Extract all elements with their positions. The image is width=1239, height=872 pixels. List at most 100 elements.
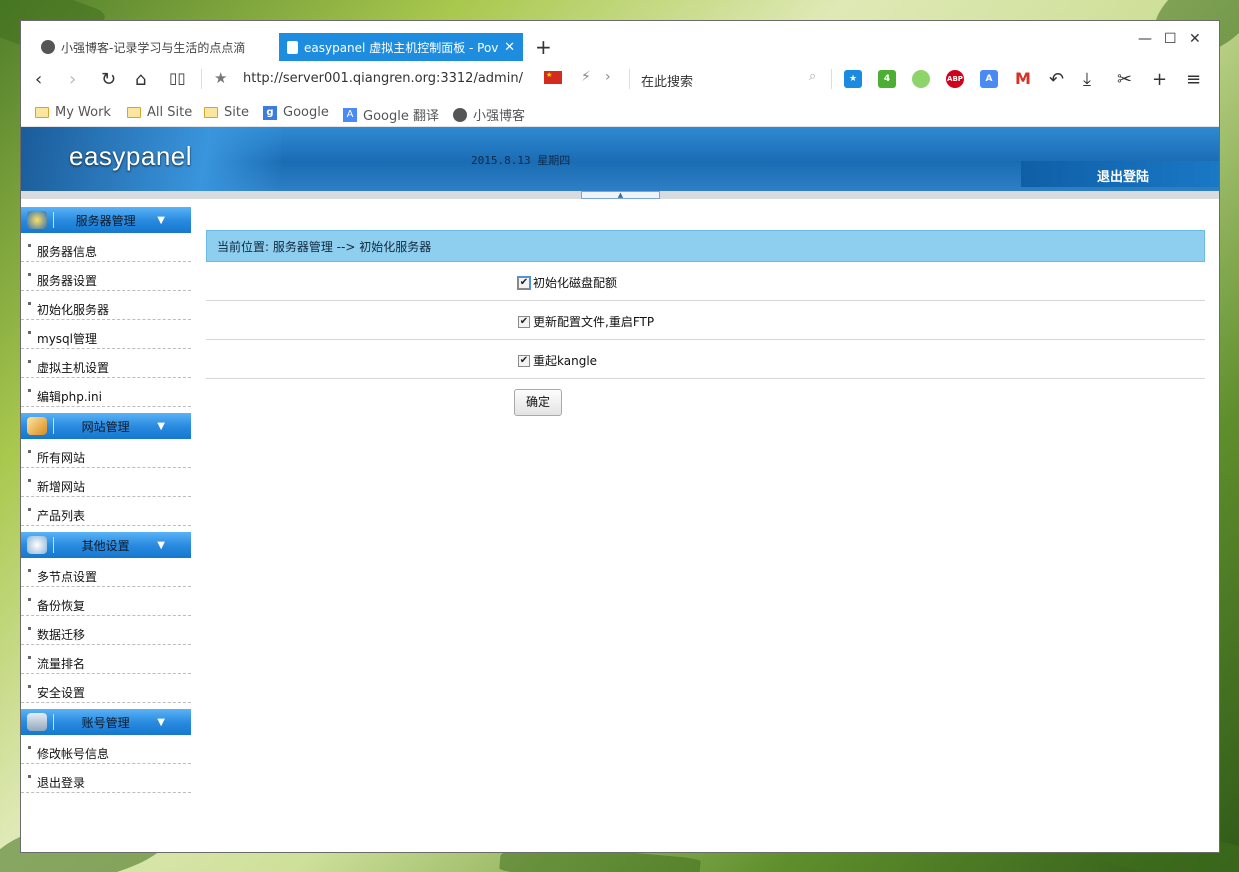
home-icon[interactable]: ⌂ [135, 69, 146, 90]
bookmark-label: My Work [55, 105, 111, 120]
sidebar-item-server-settings[interactable]: 服务器设置 [21, 262, 191, 291]
chevron-down-icon: ▼ [157, 214, 165, 226]
close-icon[interactable]: ✕ [504, 40, 515, 55]
sidebar: 服务器管理 ▼ 服务器信息 服务器设置 初始化服务器 mysql管理 虚拟主机设… [21, 207, 191, 793]
checkbox-update-ftp[interactable]: ✔ [518, 315, 530, 328]
lightning-icon[interactable]: ⚡ [581, 69, 591, 85]
sidebar-item-init-server[interactable]: 初始化服务器 [21, 291, 191, 320]
sidebar-item-backup[interactable]: 备份恢复 [21, 587, 191, 616]
new-tab-icon[interactable]: + [535, 35, 552, 59]
tools-icon [27, 536, 47, 554]
back-icon[interactable]: ‹ [35, 69, 42, 90]
sidebar-item-add-site[interactable]: 新增网站 [21, 468, 191, 497]
menu-group-other[interactable]: 其他设置 ▼ [21, 532, 191, 558]
checkbox-restart-kangle[interactable]: ✔ [518, 354, 530, 367]
sidebar-item-all-sites[interactable]: 所有网站 [21, 439, 191, 468]
chevron-down-icon: ▼ [157, 716, 165, 728]
logout-link[interactable]: 退出登陆 [1097, 166, 1149, 185]
window-close-icon[interactable]: ✕ [1189, 31, 1201, 47]
option-label: 初始化磁盘配额 [533, 276, 618, 290]
logo: easypanel [69, 141, 193, 171]
adblock-icon[interactable]: ABP [946, 70, 964, 88]
breadcrumb: 当前位置: 服务器管理 --> 初始化服务器 [206, 230, 1205, 262]
checkbox-init-quota[interactable]: ✔ [517, 275, 531, 290]
download-icon[interactable]: ⤓ [1083, 69, 1091, 90]
page-favicon-icon [287, 40, 298, 54]
nav-bar: ‹ › ↻ ⌂ ▯▯ ★ http://server001.qiangren.o… [21, 61, 1219, 97]
record-icon[interactable] [912, 70, 930, 88]
chevron-right-icon[interactable]: › [605, 69, 611, 85]
evernote-icon[interactable]: 4 [878, 70, 896, 88]
star-icon[interactable]: ★ [214, 69, 227, 87]
confirm-button[interactable]: 确定 [514, 389, 562, 416]
maximize-icon[interactable]: ☐ [1164, 31, 1177, 47]
bookmark-my-work[interactable]: My Work [35, 105, 111, 120]
browser-window: 小强博客-记录学习与生活的点点滴 easypanel 虚拟主机控制面板 - Po… [20, 20, 1220, 853]
divider [201, 69, 202, 89]
collapse-header-button[interactable]: ▲ [581, 191, 660, 199]
tab-strip: 小强博客-记录学习与生活的点点滴 easypanel 虚拟主机控制面板 - Po… [21, 21, 1219, 61]
option-init-quota: ✔ 初始化磁盘配额 [517, 274, 618, 291]
sidebar-item-migrate[interactable]: 数据迁移 [21, 616, 191, 645]
sidebar-item-multi-node[interactable]: 多节点设置 [21, 558, 191, 587]
menu-group-title: 服务器管理 [75, 213, 136, 228]
menu-group-title: 账号管理 [81, 715, 130, 730]
forward-icon[interactable]: › [69, 69, 76, 90]
bookmark-blog[interactable]: 小强博客 [453, 105, 525, 124]
google-translate-icon: A [343, 107, 357, 122]
option-label: 更新配置文件,重启FTP [533, 315, 655, 329]
sidebar-item-vhost-settings[interactable]: 虚拟主机设置 [21, 349, 191, 378]
bookmark-site[interactable]: Site [204, 105, 249, 120]
menu-group-server[interactable]: 服务器管理 ▼ [21, 207, 191, 233]
folder-icon [204, 107, 218, 118]
minimize-icon[interactable]: — [1138, 31, 1152, 47]
search-input[interactable]: 在此搜索 [641, 71, 693, 90]
scissors-icon[interactable]: ✂ [1117, 69, 1132, 90]
sidebar-item-edit-account[interactable]: 修改帐号信息 [21, 735, 191, 764]
reader-icon[interactable]: ▯▯ [169, 69, 186, 87]
sidebar-item-products[interactable]: 产品列表 [21, 497, 191, 526]
globe-icon [27, 211, 47, 229]
add-icon[interactable]: + [1152, 69, 1167, 90]
main-panel: 当前位置: 服务器管理 --> 初始化服务器 ✔ 初始化磁盘配额 ✔ 更新配置文… [206, 230, 1205, 416]
sidebar-item-traffic[interactable]: 流量排名 [21, 645, 191, 674]
sidebar-item-php-ini[interactable]: 编辑php.ini [21, 378, 191, 407]
book-icon [27, 417, 47, 435]
divider [831, 69, 832, 89]
option-row: ✔ 更新配置文件,重启FTP [206, 301, 1205, 340]
menu-group-title: 其他设置 [81, 538, 130, 553]
panel-header: easypanel 2015.8.13 星期四 退出登陆 [21, 127, 1219, 191]
option-row: ✔ 初始化磁盘配额 [206, 262, 1205, 301]
address-bar[interactable]: http://server001.qiangren.org:3312/admin… [243, 71, 523, 86]
search-icon[interactable]: ⌕ [809, 69, 816, 84]
sidebar-item-mysql[interactable]: mysql管理 [21, 320, 191, 349]
menu-group-account[interactable]: 账号管理 ▼ [21, 709, 191, 735]
undo-icon[interactable]: ↶ [1049, 69, 1064, 90]
bookmark-label: All Site [147, 105, 193, 120]
folder-icon [35, 107, 49, 118]
sidebar-item-server-info[interactable]: 服务器信息 [21, 233, 191, 262]
divider [629, 69, 630, 89]
option-label: 重起kangle [533, 354, 598, 368]
tab-easypanel[interactable]: easypanel 虚拟主机控制面板 - Pov ✕ [279, 33, 523, 61]
chevron-down-icon: ▼ [157, 420, 165, 432]
bookmark-star-icon[interactable]: ★ [844, 70, 862, 88]
tab-blog[interactable]: 小强博客-记录学习与生活的点点滴 [33, 33, 283, 61]
bookmark-google-translate[interactable]: A Google 翻译 [343, 105, 439, 124]
translate-icon[interactable]: A [980, 70, 998, 88]
bookmark-label: Site [224, 105, 249, 120]
chevron-down-icon: ▼ [157, 539, 165, 551]
bookmark-label: 小强博客 [473, 109, 526, 124]
reload-icon[interactable]: ↻ [101, 69, 116, 90]
gmail-icon[interactable]: M [1014, 70, 1032, 88]
menu-group-sites[interactable]: 网站管理 ▼ [21, 413, 191, 439]
folder-icon [127, 107, 141, 118]
page-content: easypanel 2015.8.13 星期四 退出登陆 ▲ 服务器管理 ▼ 服… [21, 127, 1219, 852]
sidebar-item-security[interactable]: 安全设置 [21, 674, 191, 703]
bookmark-all-site[interactable]: All Site [127, 105, 192, 120]
menu-icon[interactable]: ≡ [1186, 69, 1201, 90]
sidebar-item-logout[interactable]: 退出登录 [21, 764, 191, 793]
bookmark-google[interactable]: g Google [263, 105, 329, 120]
option-restart-kangle: ✔ 重起kangle [518, 352, 597, 369]
menu-group-title: 网站管理 [81, 419, 130, 434]
